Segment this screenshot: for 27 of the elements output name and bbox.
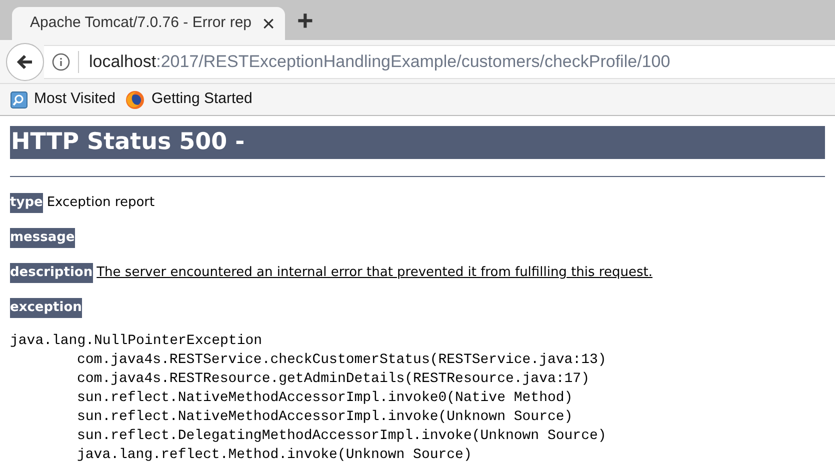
url-text: localhost:2017/RESTExceptionHandlingExample/customers/checkProfile/100 xyxy=(89,50,670,73)
tab-title: Apache Tomcat/7.0.76 - Error rep xyxy=(30,13,252,34)
back-arrow-icon xyxy=(16,52,34,70)
field-value: The server encountered an internal error that prevented it from fulfilling this request. xyxy=(96,264,652,282)
stack-frame: java.lang.reflect.Method.invoke(Unknown Source) xyxy=(10,446,472,465)
bookmark-item[interactable]: Most Visited xyxy=(10,88,116,111)
stack-frame: com.java4s.RESTService.checkCustomerStatus(RESTService.java:13) xyxy=(10,351,606,370)
page-heading: HTTP Status 500 - xyxy=(10,126,825,159)
stack-frame: sun.reflect.NativeMethodAccessorImpl.invoke(Unknown Source) xyxy=(10,408,573,427)
search-page-icon xyxy=(10,90,28,108)
stack-frame: sun.reflect.NativeMethodAccessorImpl.invoke0(Native Method) xyxy=(10,389,573,408)
field-label: message xyxy=(10,228,75,248)
field-label: type xyxy=(10,193,43,213)
fox-globe-icon xyxy=(125,90,146,110)
bookmark-item[interactable]: Getting Started xyxy=(125,88,252,111)
field-label: exception xyxy=(10,298,82,318)
close-tab-button[interactable]: × xyxy=(262,12,275,34)
field-label: description xyxy=(10,263,93,283)
stack-frame: com.java4s.RESTResource.getAdminDetails(RESTResource.java:17) xyxy=(10,370,590,389)
stack-frame: sun.reflect.DelegatingMethodAccessorImpl.invoke(Unknown Source) xyxy=(10,427,606,446)
back-button[interactable] xyxy=(6,42,44,80)
new-tab-button[interactable]: + xyxy=(297,7,314,35)
field-value: Exception report xyxy=(46,194,155,212)
exception-name: java.lang.NullPointerException xyxy=(10,332,262,351)
browser-tab[interactable]: Apache Tomcat/7.0.76 - Error rep × xyxy=(12,7,285,40)
address-bar[interactable]: localhost:2017/RESTExceptionHandlingExample/customers/checkProfile/100 xyxy=(44,44,835,78)
info-icon[interactable] xyxy=(52,52,70,70)
